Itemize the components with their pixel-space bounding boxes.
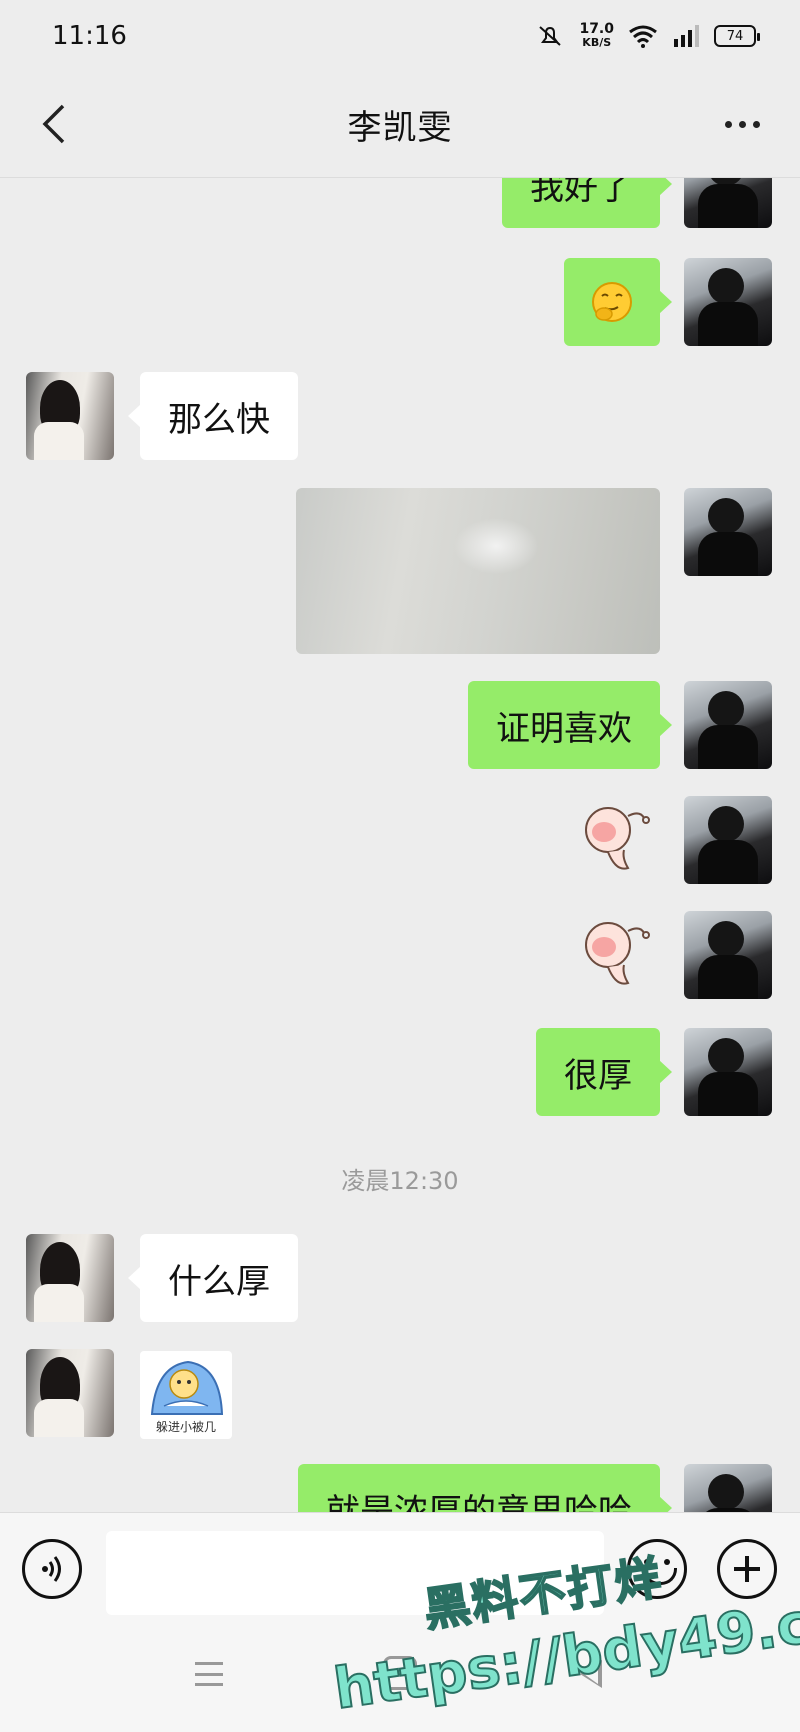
avatar-self[interactable] — [684, 796, 772, 884]
blushing-peach-sticker-icon[interactable] — [578, 798, 660, 880]
image-message[interactable] — [296, 488, 660, 654]
timestamp-divider: 凌晨12:30 — [341, 1167, 459, 1195]
mute-icon — [539, 26, 562, 46]
more-options-button[interactable] — [714, 102, 770, 146]
message-bubble-received[interactable]: 什么厚 — [128, 1234, 298, 1322]
recent-apps-icon[interactable] — [195, 1662, 223, 1686]
wifi-icon — [629, 25, 657, 48]
message-text-input[interactable] — [106, 1531, 604, 1615]
signal-icon — [674, 25, 699, 47]
more-dot-icon — [752, 120, 760, 128]
message-bubble-sent[interactable]: 就是浓厚的意思哈哈 — [298, 1464, 672, 1512]
status-bar: 11:16 17.0 KB/S 74 — [0, 0, 800, 72]
back-triangle-icon[interactable] — [580, 1660, 602, 1688]
chevron-left-icon — [42, 104, 65, 144]
chat-title: 李凯雯 — [347, 108, 453, 148]
status-time: 11:16 — [52, 21, 127, 51]
message-bubble-received[interactable]: 那么快 — [128, 372, 298, 460]
message-input-bar — [0, 1512, 800, 1622]
message-bubble-sent[interactable]: 我好了 — [502, 178, 672, 228]
avatar-self[interactable] — [684, 178, 772, 228]
avatar-self[interactable] — [684, 681, 772, 769]
chat-messages[interactable]: 我好了 那么快 证明喜欢 很厚 凌晨12:30 什么厚 躲进小被几 就是浓厚的意… — [0, 178, 800, 1512]
system-navigation-bar — [0, 1622, 800, 1732]
message-bubble-sent[interactable]: 很厚 — [536, 1028, 672, 1116]
emoji-button[interactable] — [627, 1539, 687, 1599]
avatar-self[interactable] — [684, 911, 772, 999]
avatar-self[interactable] — [684, 1028, 772, 1116]
more-dot-icon — [724, 120, 732, 128]
back-button[interactable] — [28, 96, 80, 152]
message-bubble-sent[interactable]: 证明喜欢 — [468, 681, 672, 769]
voice-input-button[interactable] — [22, 1539, 82, 1599]
avatar-contact[interactable] — [26, 372, 114, 460]
more-dot-icon — [738, 120, 746, 128]
avatar-contact[interactable] — [26, 1349, 114, 1437]
sticker-caption: 躲进小被几 — [155, 1420, 216, 1434]
battery-icon: 74 — [714, 25, 760, 47]
chat-header: 李凯雯 — [0, 72, 800, 178]
avatar-self[interactable] — [684, 258, 772, 346]
network-speed: 17.0 KB/S — [579, 21, 614, 49]
home-icon[interactable] — [383, 1656, 417, 1690]
blushing-peach-sticker-icon[interactable] — [578, 913, 660, 995]
avatar-self[interactable] — [684, 1464, 772, 1512]
blanket-sticker[interactable]: 躲进小被几 — [140, 1351, 232, 1439]
hide-in-blanket-sticker-icon — [150, 1360, 224, 1415]
more-functions-button[interactable] — [717, 1539, 777, 1599]
status-icons: 17.0 KB/S 74 — [535, 21, 760, 50]
voice-icon — [42, 1556, 61, 1582]
avatar-self[interactable] — [684, 488, 772, 576]
smirk-emoji-icon — [592, 282, 632, 322]
message-bubble-sent[interactable] — [564, 258, 672, 346]
avatar-contact[interactable] — [26, 1234, 114, 1322]
